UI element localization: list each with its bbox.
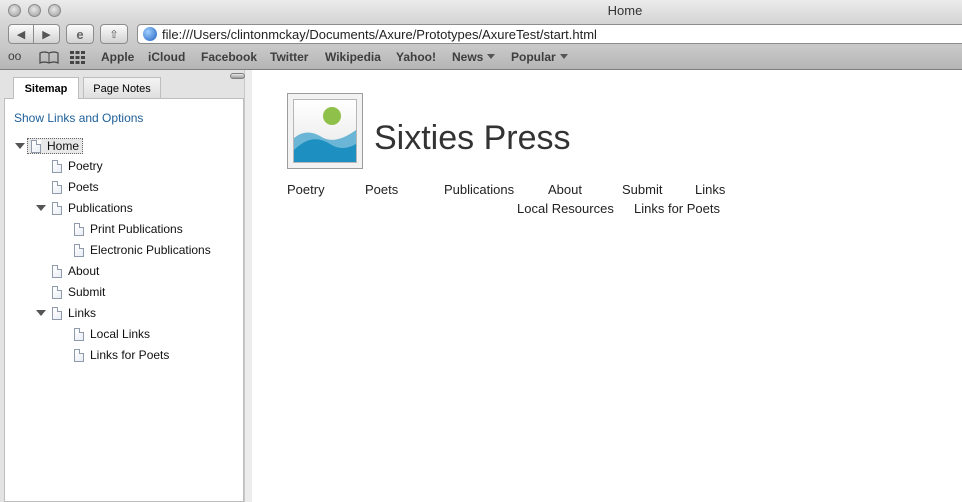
show-links-and-options-link[interactable]: Show Links and Options — [14, 111, 143, 125]
subnav-link-links-for-poets[interactable]: Links for Poets — [634, 201, 720, 216]
address-bar[interactable]: file:///Users/clintonmckay/Documents/Axu… — [137, 24, 962, 44]
page-icon — [52, 159, 62, 173]
bookmark-menu-news-label: News — [452, 50, 484, 64]
expand-triangle-icon[interactable] — [36, 205, 46, 211]
bookmark-wikipedia[interactable]: Wikipedia — [325, 50, 381, 64]
nav-link-submit[interactable]: Submit — [622, 182, 662, 197]
tree-item-links-for-poets[interactable]: Links for Poets — [74, 348, 169, 362]
tree-item-poetry[interactable]: Poetry — [52, 159, 103, 173]
page-icon — [52, 306, 62, 320]
tree-item-local-links[interactable]: Local Links — [74, 327, 150, 341]
image-placeholder-icon — [293, 99, 357, 163]
bookmarks-book-icon[interactable] — [39, 51, 59, 64]
internet-explorer-icon: e — [76, 26, 84, 42]
share-button[interactable]: ⇧ — [100, 24, 128, 44]
tab-page-notes[interactable]: Page Notes — [83, 77, 161, 99]
window-titlebar: Home — [0, 0, 962, 22]
chevron-down-icon — [559, 54, 568, 59]
tree-item-submit[interactable]: Submit — [52, 285, 105, 299]
expand-triangle-icon[interactable] — [15, 143, 25, 149]
site-title: Sixties Press — [374, 119, 571, 157]
nav-link-publications[interactable]: Publications — [444, 182, 514, 197]
page-icon — [74, 348, 84, 362]
bookmark-apple[interactable]: Apple — [101, 50, 134, 64]
sidebar-splitter[interactable] — [244, 70, 252, 502]
page-icon — [52, 201, 62, 215]
tree-item-print-publications[interactable]: Print Publications — [74, 222, 183, 236]
tree-item-label: Home — [47, 139, 80, 153]
collapse-sidebar-button[interactable] — [230, 73, 245, 79]
tree-item-links[interactable]: Links — [36, 306, 96, 320]
tree-item-publications[interactable]: Publications — [36, 201, 133, 215]
tree-item-electronic-publications[interactable]: Electronic Publications — [74, 243, 211, 257]
share-icon: ⇧ — [109, 28, 119, 41]
nav-link-poets[interactable]: Poets — [365, 182, 398, 197]
top-sites-grid-icon[interactable] — [70, 51, 85, 64]
window-title: Home — [607, 3, 643, 18]
reading-list-icon[interactable]: oo — [8, 49, 21, 63]
nav-link-links[interactable]: Links — [695, 182, 725, 197]
chevron-down-icon — [487, 54, 496, 59]
tree-item-label: Poetry — [68, 159, 103, 173]
page-icon — [31, 139, 41, 153]
bookmark-icloud[interactable]: iCloud — [148, 50, 185, 64]
back-button[interactable]: ◀ — [8, 24, 34, 44]
bookmark-yahoo[interactable]: Yahoo! — [396, 50, 436, 64]
tree-item-home[interactable]: Home — [15, 138, 84, 154]
bookmark-facebook[interactable]: Facebook — [201, 50, 257, 64]
tab-sitemap[interactable]: Sitemap — [13, 77, 79, 99]
forward-button[interactable]: ▶ — [34, 24, 60, 44]
tree-item-label: About — [68, 264, 100, 278]
tree-item-label: Links — [68, 306, 97, 320]
site-logo — [287, 93, 363, 169]
tree-item-label: Links for Poets — [90, 348, 170, 362]
page-icon — [74, 243, 84, 257]
reader-button[interactable]: e — [66, 24, 94, 44]
tree-item-about[interactable]: About — [52, 264, 99, 278]
tree-item-label: Local Links — [90, 327, 151, 341]
bookmarks-bar: oo Apple iCloud Facebook Twitter Wikiped… — [0, 46, 962, 70]
tree-item-label: Print Publications — [90, 222, 183, 236]
page-icon — [52, 180, 62, 194]
nav-link-about[interactable]: About — [548, 182, 582, 197]
page-icon — [74, 327, 84, 341]
subnav-link-local-resources[interactable]: Local Resources — [517, 201, 614, 216]
page-icon — [52, 285, 62, 299]
bookmark-menu-popular[interactable]: Popular — [511, 50, 568, 64]
nav-link-poetry[interactable]: Poetry — [287, 182, 325, 197]
tree-item-label: Submit — [68, 285, 106, 299]
tree-item-label: Publications — [68, 201, 133, 215]
back-forward-group: ◀ ▶ — [8, 24, 60, 44]
forward-arrow-icon: ▶ — [42, 28, 51, 41]
bookmark-menu-popular-label: Popular — [511, 50, 556, 64]
tree-item-label: Electronic Publications — [90, 243, 211, 257]
tree-item-poets[interactable]: Poets — [52, 180, 99, 194]
page-icon — [52, 264, 62, 278]
sitemap-panel — [4, 98, 244, 502]
page-icon — [74, 222, 84, 236]
expand-triangle-icon[interactable] — [36, 310, 46, 316]
url-text[interactable]: file:///Users/clintonmckay/Documents/Axu… — [162, 27, 597, 42]
bookmark-twitter[interactable]: Twitter — [270, 50, 308, 64]
tree-item-label: Poets — [68, 180, 99, 194]
globe-icon — [143, 27, 157, 41]
back-arrow-icon: ◀ — [16, 28, 26, 41]
bookmark-menu-news[interactable]: News — [452, 50, 496, 64]
